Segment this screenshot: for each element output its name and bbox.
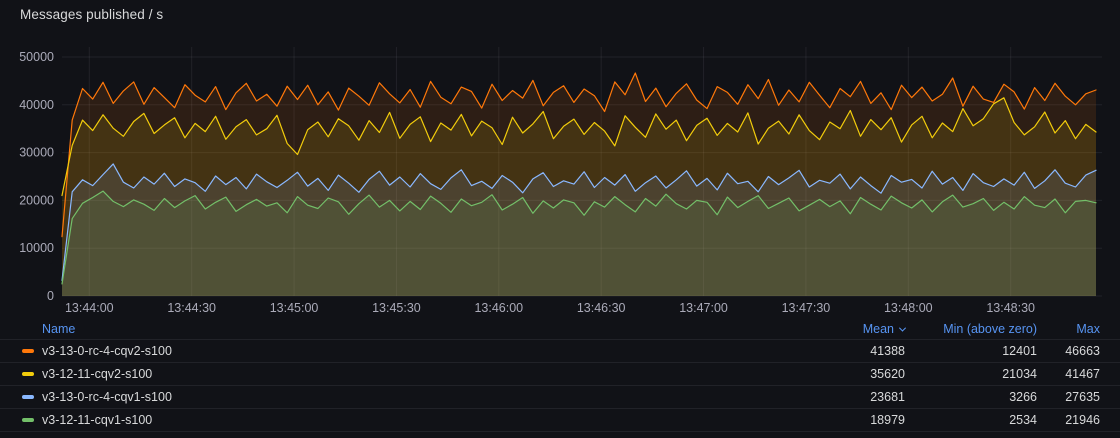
legend-col-mean-label: Mean: [863, 322, 894, 336]
legend-rows: v3-13-0-rc-4-cqv2-s100413881240146663v3-…: [0, 339, 1120, 432]
legend-value-mean: 23681: [805, 390, 905, 404]
x-axis-label: 13:44:30: [167, 301, 216, 315]
legend-series-name[interactable]: v3-12-11-cqv2-s100: [22, 367, 805, 381]
legend-value-max: 46663: [1037, 344, 1100, 358]
legend-header-row: Name Mean Min (above zero) Max: [0, 319, 1120, 339]
legend-col-name[interactable]: Name: [22, 322, 805, 336]
y-axis-label: 10000: [19, 241, 54, 255]
x-axis-label: 13:46:30: [577, 301, 626, 315]
series-name-label: v3-12-11-cqv2-s100: [42, 367, 152, 381]
legend-series-name[interactable]: v3-12-11-cqv1-s100: [22, 413, 805, 427]
y-axis-label: 30000: [19, 146, 54, 160]
y-axis-label: 0: [47, 289, 54, 303]
legend-value-min-above-zero: 3266: [905, 390, 1037, 404]
y-axis-label: 50000: [19, 50, 54, 64]
legend-value-mean: 18979: [805, 413, 905, 427]
series-color-swatch[interactable]: [22, 349, 34, 353]
x-axis-label: 13:48:30: [986, 301, 1035, 315]
legend-value-min-above-zero: 12401: [905, 344, 1037, 358]
series-color-swatch[interactable]: [22, 372, 34, 376]
legend-col-mean[interactable]: Mean: [805, 322, 905, 336]
x-axis-label: 13:47:00: [679, 301, 728, 315]
legend-series-name[interactable]: v3-13-0-rc-4-cqv2-s100: [22, 344, 805, 358]
legend-value-mean: 41388: [805, 344, 905, 358]
legend-row: v3-12-11-cqv1-s100 18979253421946: [0, 408, 1120, 431]
x-axis-label: 13:45:30: [372, 301, 421, 315]
legend-value-min-above-zero: 2534: [905, 413, 1037, 427]
x-axis-label: 13:44:00: [65, 301, 114, 315]
legend-value-max: 27635: [1037, 390, 1100, 404]
legend-series-name[interactable]: v3-13-0-rc-4-cqv1-s100: [22, 390, 805, 404]
legend-value-min-above-zero: 21034: [905, 367, 1037, 381]
series-name-label: v3-13-0-rc-4-cqv2-s100: [42, 344, 172, 358]
legend-row: v3-13-0-rc-4-cqv2-s100 413881240146663: [0, 339, 1120, 362]
y-axis-label: 40000: [19, 98, 54, 112]
series-name-label: v3-12-11-cqv1-s100: [42, 413, 152, 427]
legend-row: v3-12-11-cqv2-s100 356202103441467: [0, 362, 1120, 385]
legend-value-mean: 35620: [805, 367, 905, 381]
series-color-swatch[interactable]: [22, 395, 34, 399]
series-color-swatch[interactable]: [22, 418, 34, 422]
legend-col-max[interactable]: Max: [1037, 322, 1100, 336]
x-axis-label: 13:47:30: [782, 301, 831, 315]
y-axis-label: 20000: [19, 193, 54, 207]
x-axis-label: 13:45:00: [270, 301, 319, 315]
legend-value-max: 21946: [1037, 413, 1100, 427]
legend-col-min-above-zero[interactable]: Min (above zero): [905, 322, 1037, 336]
x-axis-label: 13:48:00: [884, 301, 933, 315]
time-series-chart[interactable]: 0 10000 20000 30000 40000 50000 13:44:00 13:44:…: [0, 0, 1120, 318]
legend-row: v3-13-0-rc-4-cqv1-s100 23681326627635: [0, 385, 1120, 408]
legend-value-max: 41467: [1037, 367, 1100, 381]
series-name-label: v3-13-0-rc-4-cqv1-s100: [42, 390, 172, 404]
x-axis-label: 13:46:00: [474, 301, 523, 315]
legend-table: Name Mean Min (above zero) Max v3-13-0-r…: [0, 319, 1120, 432]
